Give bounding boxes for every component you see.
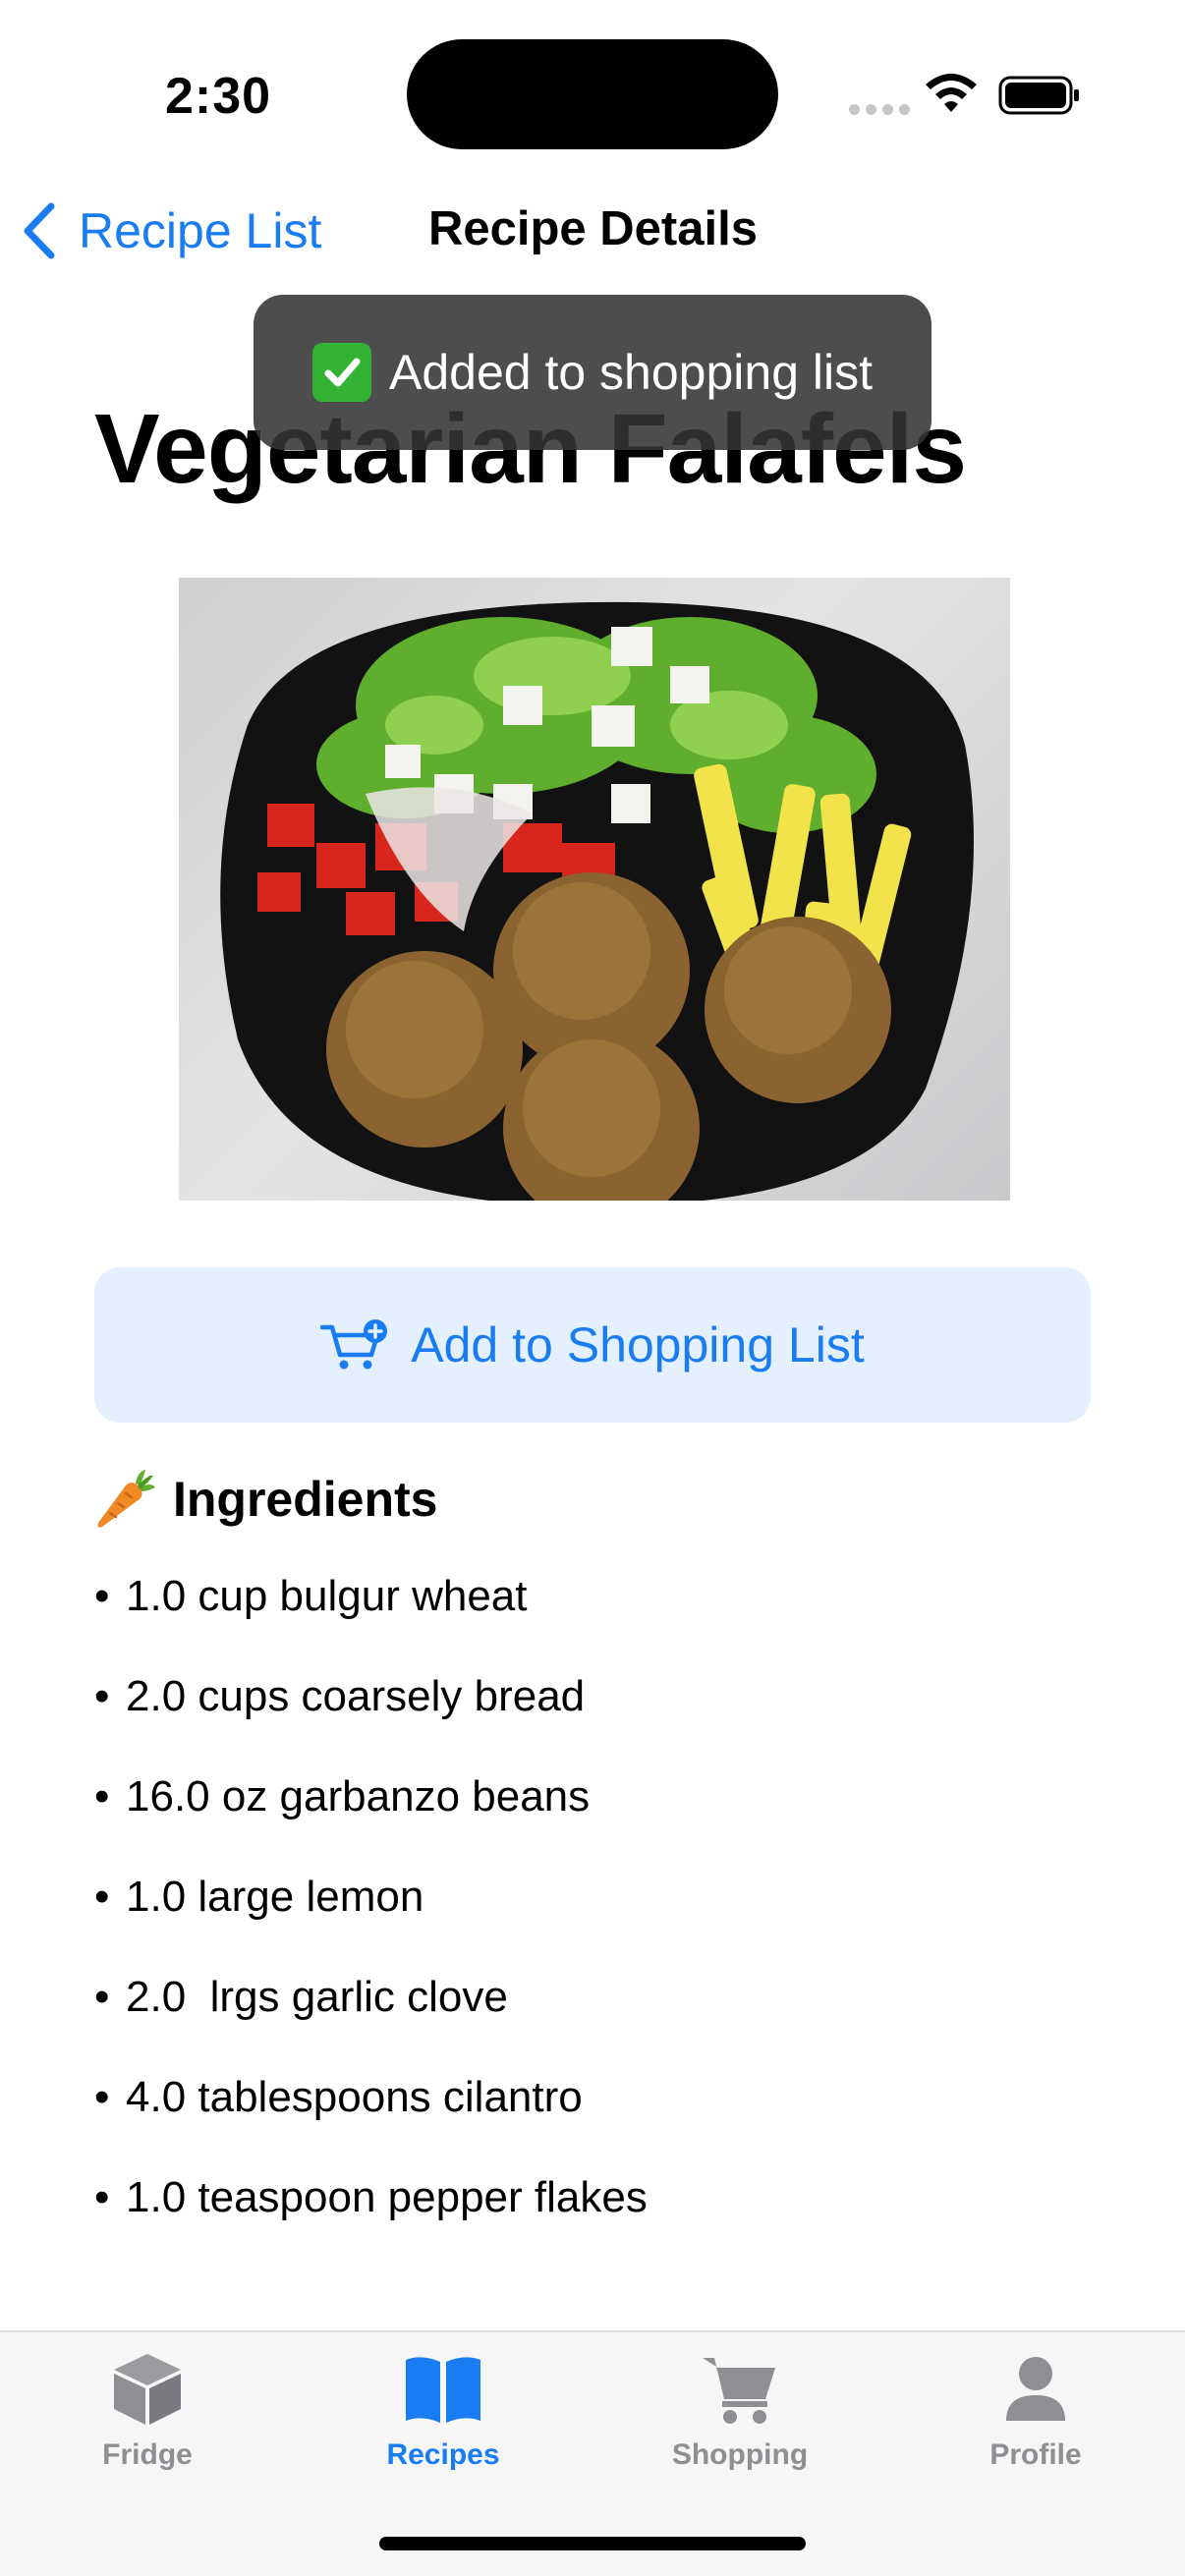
recipe-photo [179, 578, 1010, 1201]
ingredient-text: 2.0 cups coarsely bread [126, 1672, 586, 1720]
add-to-shopping-list-button[interactable]: Add to Shopping List [94, 1267, 1091, 1423]
ingredient-text: 4.0 tablespoons cilantro [126, 2073, 583, 2121]
check-icon [311, 343, 371, 402]
status-time: 2:30 [165, 68, 272, 125]
cart-icon [703, 2358, 775, 2424]
tab-profile[interactable]: Profile [937, 2352, 1134, 2499]
tab-label: Shopping [671, 2438, 809, 2471]
dynamic-island [407, 39, 778, 149]
back-button-label: Recipe List [79, 203, 322, 258]
ingredient-text: 16.0 oz garbanzo beans [126, 1772, 591, 1820]
cellular-signal-icon [849, 104, 910, 115]
ingredient-list: • 1.0 cup bulgur wheat • 2.0 cups coarsely… [94, 1572, 648, 2273]
tab-label: Fridge [102, 2438, 193, 2471]
tab-label: Recipes [386, 2438, 500, 2471]
person-icon [1006, 2357, 1065, 2421]
toast-message: Added to shopping list [388, 345, 874, 400]
ingredient-item: • 1.0 teaspoon pepper flakes [94, 2173, 648, 2273]
home-indicator[interactable] [379, 2537, 806, 2550]
tab-shopping[interactable]: Shopping [642, 2352, 838, 2499]
bullet: • [94, 1672, 110, 1720]
ingredient-text: 2.0 lrgs garlic clove [126, 1973, 508, 2021]
back-button[interactable]: Recipe List [20, 196, 321, 265]
bullet: • [94, 2173, 110, 2221]
ingredients-heading: Ingredients [94, 1468, 437, 1531]
ingredient-item: • 2.0 lrgs garlic clove [94, 1973, 648, 2073]
bullet: • [94, 1572, 110, 1620]
ingredient-item: • 1.0 large lemon [94, 1873, 648, 1973]
toast-notification: Added to shopping list [254, 295, 931, 450]
add-to-shopping-list-label: Add to Shopping List [411, 1317, 865, 1372]
tab-fridge[interactable]: Fridge [49, 2352, 246, 2499]
bullet: • [94, 1973, 110, 2021]
bullet: • [94, 1873, 110, 1921]
battery-icon [998, 76, 1079, 115]
ingredient-item: • 4.0 tablespoons cilantro [94, 2073, 648, 2173]
ingredient-text: 1.0 cup bulgur wheat [126, 1572, 528, 1620]
bullet: • [94, 1772, 110, 1820]
ingredient-item: • 16.0 oz garbanzo beans [94, 1772, 648, 1873]
ingredient-item: • 2.0 cups coarsely bread [94, 1672, 648, 1772]
tab-label: Profile [989, 2438, 1082, 2471]
ingredient-text: 1.0 large lemon [126, 1873, 424, 1921]
cube-icon [114, 2354, 181, 2425]
nav-title: Recipe Details [428, 202, 758, 255]
ingredient-item: • 1.0 cup bulgur wheat [94, 1572, 648, 1672]
recipe-details-screen: 2:30 Recipe List Recipe Details Vegetari… [0, 0, 1185, 2576]
carrot-icon [97, 1470, 155, 1528]
wifi-icon [926, 74, 977, 112]
cart-plus-icon [320, 1319, 388, 1370]
book-icon [406, 2357, 480, 2423]
bullet: • [94, 2073, 110, 2121]
ingredients-heading-label: Ingredients [173, 1472, 438, 1527]
chevron-left-icon [24, 202, 55, 259]
tab-recipes[interactable]: Recipes [345, 2352, 541, 2499]
ingredient-text: 1.0 teaspoon pepper flakes [126, 2173, 648, 2221]
